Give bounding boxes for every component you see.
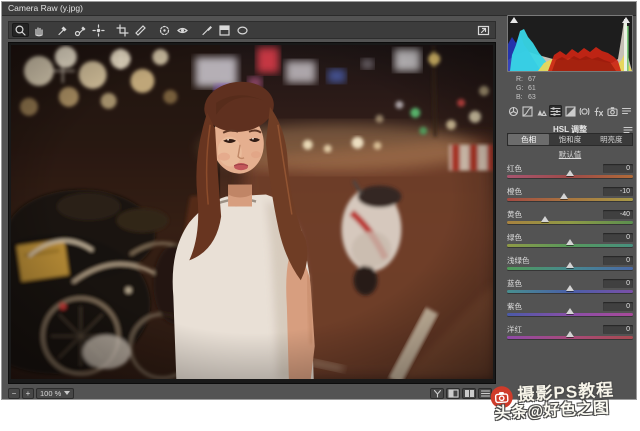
hsl-tab-bar: 色相 饱和度 明亮度 (507, 133, 633, 146)
tone-curve-panel-icon[interactable] (521, 105, 534, 117)
hsl-sliders: 红色 0 橙色 -10 黄色 -40 绿色 0 (507, 163, 633, 339)
hsl-slider-row: 浅绿色 0 (507, 255, 633, 270)
adjustment-brush-tool-icon[interactable] (198, 23, 215, 37)
screenshot-root: Camera Raw (y.jpg) (0, 0, 640, 431)
slider-thumb[interactable] (566, 262, 574, 268)
shadow-clipping-icon[interactable] (510, 17, 518, 23)
slider-thumb[interactable] (566, 170, 574, 176)
slider-value-field[interactable]: 0 (603, 164, 633, 173)
red-eye-tool-icon[interactable] (174, 23, 191, 37)
panel-header: HSL 调整 (507, 119, 633, 131)
zoom-level-value: 100 % (40, 389, 61, 398)
slider-track[interactable] (507, 175, 633, 178)
tab-saturation[interactable]: 饱和度 (549, 134, 590, 145)
default-values-link[interactable]: 默认值 (502, 149, 638, 160)
hsl-slider-row: 橙色 -10 (507, 186, 633, 201)
effects-panel-icon[interactable] (592, 105, 605, 117)
photo-night-street-portrait (11, 45, 493, 379)
slider-thumb[interactable] (566, 285, 574, 291)
slider-label: 橙色 (507, 186, 522, 197)
status-bar: − + 100 % (8, 386, 496, 400)
before-after-split-button[interactable] (446, 388, 460, 399)
hsl-slider-row: 洋红 0 (507, 324, 633, 339)
targeted-adjustment-tool-icon[interactable] (90, 23, 107, 37)
radial-filter-tool-icon[interactable] (234, 23, 251, 37)
image-preview-area[interactable] (8, 42, 496, 384)
slider-label: 紫色 (507, 301, 522, 312)
slider-value-field[interactable]: -40 (603, 210, 633, 219)
slider-track[interactable] (507, 336, 633, 339)
slider-value-field[interactable]: 0 (603, 302, 633, 311)
slider-track[interactable] (507, 244, 633, 247)
window-title: Camera Raw (y.jpg) (8, 3, 83, 13)
title-bar: Camera Raw (y.jpg) (2, 2, 636, 16)
hsl-grayscale-panel-icon[interactable] (549, 105, 562, 117)
panel-tab-strip (507, 105, 633, 117)
slider-label: 绿色 (507, 232, 522, 243)
slider-label: 红色 (507, 163, 522, 174)
zoom-out-button[interactable]: − (8, 388, 20, 399)
crop-tool-icon[interactable] (114, 23, 131, 37)
slider-label: 黄色 (507, 209, 522, 220)
slider-value-field[interactable]: 0 (603, 256, 633, 265)
hsl-slider-row: 绿色 0 (507, 232, 633, 247)
slider-track[interactable] (507, 267, 633, 270)
lens-corrections-panel-icon[interactable] (578, 105, 591, 117)
slider-value-field[interactable]: 0 (603, 279, 633, 288)
slider-value-field[interactable]: 0 (603, 233, 633, 242)
detail-panel-icon[interactable] (535, 105, 548, 117)
zoom-in-button[interactable]: + (22, 388, 34, 399)
spot-removal-tool-icon[interactable] (156, 23, 173, 37)
slider-track[interactable] (507, 313, 633, 316)
slider-thumb[interactable] (566, 308, 574, 314)
hsl-slider-row: 紫色 0 (507, 301, 633, 316)
readout-row-red: R: 67 (516, 75, 638, 84)
hsl-slider-row: 黄色 -40 (507, 209, 633, 224)
swap-before-after-button[interactable] (462, 388, 476, 399)
toolbar (8, 21, 496, 39)
toggle-fullscreen-icon[interactable] (475, 23, 492, 37)
readout-row-green: G: 61 (516, 84, 638, 93)
hsl-slider-row: 蓝色 0 (507, 278, 633, 293)
tab-hue[interactable]: 色相 (508, 134, 549, 145)
panel-menu-icon[interactable] (623, 121, 633, 139)
straighten-tool-icon[interactable] (132, 23, 149, 37)
readout-row-blue: B: 63 (516, 93, 638, 102)
hsl-slider-row: 红色 0 (507, 163, 633, 178)
graduated-filter-tool-icon[interactable] (216, 23, 233, 37)
slider-value-field[interactable]: -10 (603, 187, 633, 196)
preview-mode-group (430, 388, 492, 399)
watermark: 摄影PS教程 头条@好色之图 (487, 372, 640, 431)
white-balance-tool-icon[interactable] (54, 23, 71, 37)
preview-cycle-button[interactable] (430, 388, 444, 399)
basic-panel-icon[interactable] (507, 105, 520, 117)
slider-thumb[interactable] (560, 193, 568, 199)
slider-track[interactable] (507, 221, 633, 224)
camera-calibration-panel-icon[interactable] (606, 105, 619, 117)
watermark-line2: 头条@好色之图 (494, 394, 610, 424)
rgb-readout: R: 67 G: 61 B: 63 (516, 75, 638, 102)
slider-track[interactable] (507, 290, 633, 293)
slider-thumb[interactable] (566, 331, 574, 337)
slider-label: 蓝色 (507, 278, 522, 289)
slider-thumb[interactable] (541, 216, 549, 222)
adjustments-panel: R: 67 G: 61 B: 63 (502, 15, 638, 401)
zoom-tool-icon[interactable] (12, 23, 29, 37)
slider-value-field[interactable]: 0 (603, 325, 633, 334)
histogram[interactable] (507, 15, 633, 72)
camera-raw-dialog: Camera Raw (y.jpg) (1, 1, 637, 400)
color-sampler-tool-icon[interactable] (72, 23, 89, 37)
split-toning-panel-icon[interactable] (564, 105, 577, 117)
hand-tool-icon[interactable] (30, 23, 47, 37)
slider-label: 洋红 (507, 324, 522, 335)
slider-thumb[interactable] (566, 239, 574, 245)
chevron-down-icon (64, 391, 70, 395)
slider-track[interactable] (507, 198, 633, 201)
highlight-clipping-icon[interactable] (622, 17, 630, 23)
panel-title: HSL 调整 (553, 125, 587, 134)
slider-label: 浅绿色 (507, 255, 530, 266)
presets-panel-icon[interactable] (620, 105, 633, 117)
zoom-level-select[interactable]: 100 % (36, 388, 74, 399)
histogram-plot (508, 16, 632, 71)
